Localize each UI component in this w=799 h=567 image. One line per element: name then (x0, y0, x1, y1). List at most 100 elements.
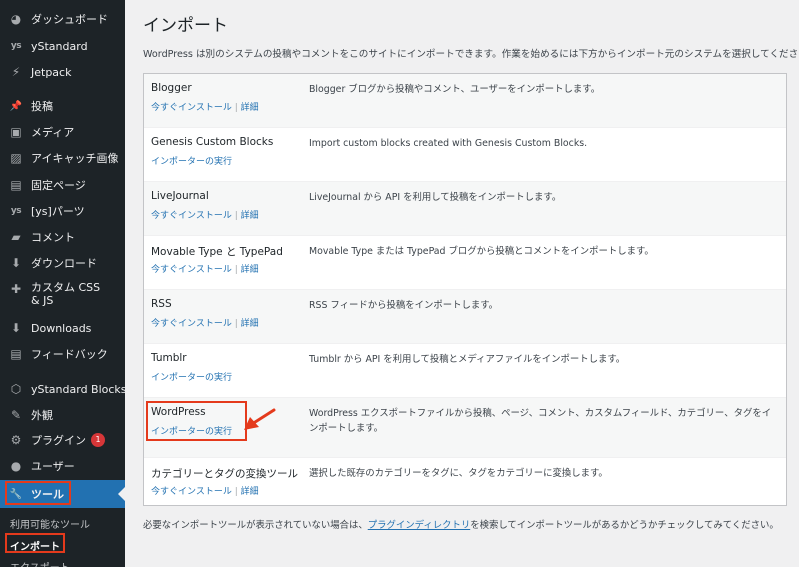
run-importer-link[interactable]: インポーターの実行 (151, 157, 232, 167)
menu-label: ダウンロード (31, 256, 97, 270)
menu-label: 外観 (31, 408, 53, 422)
submenu-export[interactable]: エクスポート (10, 559, 70, 567)
install-now-link[interactable]: 今すぐインストール (151, 319, 232, 329)
feedback-icon: ▤ (10, 347, 22, 361)
menu-label: プラグイン (31, 433, 86, 447)
menu-item-download[interactable]: ⬇ ダウンロード (0, 255, 125, 271)
menu-label: Jetpack (31, 65, 72, 79)
details-link[interactable]: 詳細 (241, 319, 259, 329)
menu-item-custom-css-js[interactable]: ✚ カスタム CSS & JS (0, 281, 125, 307)
menu-label: メディア (31, 125, 75, 139)
menu-item-ystandard-blocks[interactable]: ⬡ yStandard Blocks (0, 381, 125, 397)
importer-actions: インポーターの実行 (151, 370, 232, 383)
media-icon: ▣ (10, 125, 22, 139)
menu-item-media[interactable]: ▣ メディア (0, 124, 125, 140)
menu-item-dashboard[interactable]: ◕ ダッシュボード (0, 11, 125, 27)
dashboard-icon: ◕ (10, 12, 22, 26)
intro-text: WordPress は別のシステムの投稿やコメントをこのサイトにインポートできま… (143, 49, 799, 60)
importer-row-category-tag-converter: カテゴリーとタグの変換ツール 今すぐインストール | 詳細 選択した既存のカテゴ… (144, 458, 786, 506)
importer-description: LiveJournal から API を利用して投稿をインポートします。 (309, 192, 562, 203)
importer-name: Genesis Custom Blocks (151, 136, 274, 148)
install-now-link[interactable]: 今すぐインストール (151, 487, 232, 497)
details-link[interactable]: 詳細 (241, 103, 259, 113)
menu-item-users[interactable]: ● ユーザー (0, 458, 125, 474)
admin-sidebar: ◕ ダッシュボード ys yStandard ⚡ Jetpack 📌 投稿 ▣ … (0, 0, 125, 567)
custom-css-icon: ✚ (10, 282, 22, 296)
details-link[interactable]: 詳細 (241, 487, 259, 497)
menu-label: フィードバック (31, 347, 108, 361)
importer-row-genesis-custom-blocks: Genesis Custom Blocks インポーターの実行 Import c… (144, 128, 786, 182)
menu-label: アイキャッチ画像 (31, 151, 119, 165)
menu-item-comments[interactable]: ▰ コメント (0, 229, 125, 245)
appearance-icon: ✎ (10, 408, 22, 422)
menu-item-posts[interactable]: 📌 投稿 (0, 98, 125, 114)
jetpack-icon: ⚡ (11, 65, 21, 79)
plugin-icon: ⚙ (10, 433, 22, 447)
downloads-icon: ⬇ (10, 321, 22, 335)
menu-label: ユーザー (31, 459, 75, 473)
importer-name: RSS (151, 298, 172, 310)
importer-name: LiveJournal (151, 190, 209, 202)
ystandard-icon: ys (10, 41, 22, 51)
menu-label: 投稿 (31, 99, 53, 113)
footer-text-before: 必要なインポートツールが表示されていない場合は、 (143, 520, 368, 531)
importer-table: Blogger 今すぐインストール | 詳細 Blogger ブログから投稿やコ… (143, 73, 787, 506)
details-link[interactable]: 詳細 (241, 211, 259, 221)
menu-label: yStandard Blocks (31, 382, 125, 396)
footer-note: 必要なインポートツールが表示されていない場合は、プラグインディレクトリを検索して… (143, 517, 779, 531)
importer-description: Import custom blocks created with Genesi… (309, 138, 588, 149)
run-importer-link[interactable]: インポーターの実行 (151, 373, 232, 383)
importer-actions: 今すぐインストール | 詳細 (151, 319, 259, 329)
importer-row-movable-type: Movable Type と TypePad 今すぐインストール | 詳細 Mo… (144, 236, 786, 290)
importer-name: Tumblr (151, 352, 187, 364)
page-title: インポート (143, 16, 228, 36)
active-menu-arrow (118, 487, 125, 501)
importer-description: Blogger ブログから投稿やコメント、ユーザーをインポートします。 (309, 84, 601, 95)
highlight-box-tools (5, 481, 71, 505)
importer-name: Movable Type と TypePad (151, 246, 283, 258)
menu-item-ystandard[interactable]: ys yStandard (0, 38, 125, 54)
menu-label: 固定ページ (31, 178, 86, 192)
ys-parts-icon: ys (10, 206, 22, 216)
importer-description: Tumblr から API を利用して投稿とメディアファイルをインポートします。 (309, 354, 626, 365)
menu-item-pages[interactable]: ▤ 固定ページ (0, 177, 125, 193)
highlight-box-import (5, 533, 65, 553)
comment-icon: ▰ (11, 230, 21, 244)
menu-item-ys-parts[interactable]: ys [ys]パーツ (0, 203, 125, 219)
importer-row-tumblr: Tumblr インポーターの実行 Tumblr から API を利用して投稿とメ… (144, 344, 786, 398)
importer-row-wordpress: WordPress インポーターの実行 WordPress エクスポートファイル… (144, 398, 786, 458)
install-now-link[interactable]: 今すぐインストール (151, 265, 232, 275)
pointer-arrow-icon (244, 408, 276, 430)
user-icon: ● (10, 459, 22, 473)
highlight-box-wordpress (146, 401, 247, 441)
importer-actions: 今すぐインストール | 詳細 (151, 103, 259, 113)
page-icon: ▤ (10, 178, 22, 192)
importer-name: Blogger (151, 82, 192, 94)
install-now-link[interactable]: 今すぐインストール (151, 103, 232, 113)
plugin-directory-link[interactable]: プラグインディレクトリ (368, 520, 470, 531)
menu-label: ダッシュボード (31, 12, 108, 26)
menu-label: [ys]パーツ (31, 204, 85, 218)
importer-row-blogger: Blogger 今すぐインストール | 詳細 Blogger ブログから投稿やコ… (144, 74, 786, 128)
pin-icon: 📌 (9, 100, 23, 112)
importer-actions: インポーターの実行 (151, 154, 232, 167)
update-count-badge: 1 (91, 433, 105, 447)
menu-item-plugins[interactable]: ⚙ プラグイン 1 (0, 432, 125, 448)
menu-item-downloads[interactable]: ⬇ Downloads (0, 320, 125, 336)
importer-row-livejournal: LiveJournal 今すぐインストール | 詳細 LiveJournal か… (144, 182, 786, 236)
importer-name: カテゴリーとタグの変換ツール (151, 468, 298, 480)
submenu-available-tools[interactable]: 利用可能なツール (10, 516, 90, 531)
download-icon: ⬇ (10, 256, 22, 270)
menu-item-appearance[interactable]: ✎ 外観 (0, 407, 125, 423)
menu-item-feedback[interactable]: ▤ フィードバック (0, 346, 125, 362)
menu-label: yStandard (31, 39, 88, 53)
featured-image-icon: ▨ (10, 151, 22, 165)
menu-label: カスタム CSS & JS (31, 281, 101, 307)
install-now-link[interactable]: 今すぐインストール (151, 211, 232, 221)
importer-row-rss: RSS 今すぐインストール | 詳細 RSS フィードから投稿をインポートします… (144, 290, 786, 344)
details-link[interactable]: 詳細 (241, 265, 259, 275)
menu-label: コメント (31, 230, 75, 244)
menu-item-featured-image[interactable]: ▨ アイキャッチ画像 (0, 150, 125, 166)
importer-actions: 今すぐインストール | 詳細 (151, 265, 259, 275)
menu-item-jetpack[interactable]: ⚡ Jetpack (0, 64, 125, 80)
